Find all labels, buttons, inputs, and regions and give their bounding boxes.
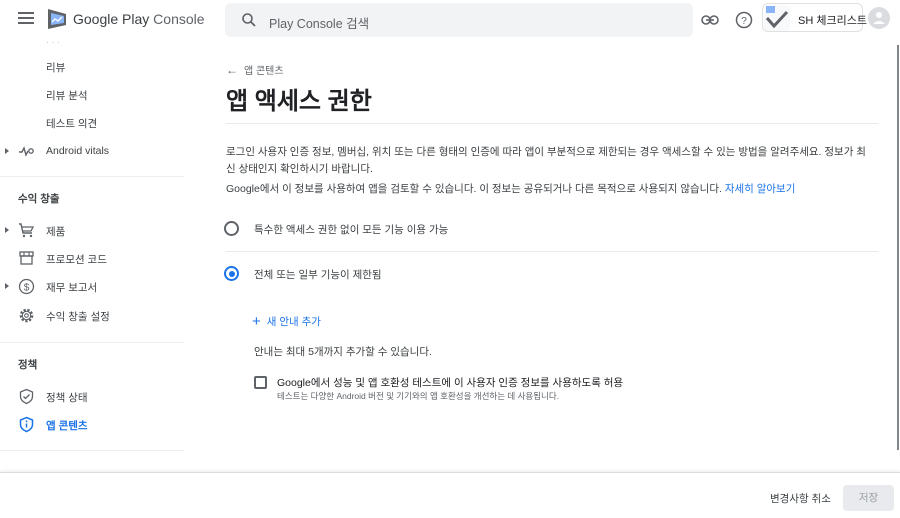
page-description: 로그인 사용자 인증 정보, 멤버십, 위치 또는 다른 형태의 인증에 따라 … xyxy=(226,146,866,175)
shield-check-icon xyxy=(19,388,34,405)
link-icon[interactable] xyxy=(699,9,721,31)
sidebar-nav: · · · 리뷰 리뷰 분석 테스트 의견 Android vitals 수익 … xyxy=(0,37,184,470)
account-avatar[interactable] xyxy=(868,7,890,29)
sidebar-divider xyxy=(0,450,184,451)
sidebar-item-products[interactable]: 제품 xyxy=(0,219,184,243)
gear-icon xyxy=(19,308,34,323)
sidebar-divider xyxy=(0,176,184,177)
sidebar-item-app-content[interactable]: 앱 콘텐츠 xyxy=(0,413,184,437)
cart-icon xyxy=(19,223,35,238)
product-name: Google Play Console xyxy=(73,11,205,27)
plus-icon: + xyxy=(252,313,261,330)
expand-caret-icon[interactable] xyxy=(5,148,9,154)
sidebar-item-testing-feedback[interactable]: 테스트 의견 xyxy=(0,111,184,135)
top-app-bar: Google Play Console Play Console 검색 ? SH… xyxy=(0,0,900,40)
menu-icon[interactable] xyxy=(18,12,34,26)
expand-caret-icon[interactable] xyxy=(5,227,9,233)
sidebar-item-financial-reports[interactable]: $ 재무 보고서 xyxy=(0,275,184,299)
allow-testing-sublabel: 테스트는 다양한 Android 버전 및 기기와의 앱 호환성을 개선하는 데… xyxy=(277,391,560,401)
back-arrow-icon[interactable]: ← xyxy=(226,63,238,77)
page-title: 앱 액세스 권한 xyxy=(226,88,372,115)
discard-changes-button[interactable]: 변경사항 취소 xyxy=(770,491,831,506)
sidebar-item-reviews[interactable]: 리뷰 xyxy=(0,55,184,79)
radio-button[interactable] xyxy=(224,221,239,236)
search-placeholder: Play Console 검색 xyxy=(269,17,370,31)
instruction-limit-hint: 안내는 최대 5개까지 추가할 수 있습니다. xyxy=(254,346,432,358)
search-input[interactable]: Play Console 검색 xyxy=(225,3,693,37)
app-name: SH 체크리스트 xyxy=(798,15,867,27)
sidebar-divider xyxy=(0,342,184,343)
title-divider xyxy=(226,123,878,124)
breadcrumb[interactable]: ← 앱 콘텐츠 xyxy=(226,62,284,77)
section-title-monetize: 수익 창출 xyxy=(18,193,60,205)
sidebar-item-promo-codes[interactable]: 프로모션 코드 xyxy=(0,247,184,271)
action-footer: 변경사항 취소 저장 xyxy=(0,472,900,518)
section-title-policy: 정책 xyxy=(18,359,38,371)
sidebar-item-android-vitals[interactable]: Android vitals xyxy=(0,140,184,164)
vertical-scrollbar[interactable] xyxy=(897,45,899,450)
vitals-icon xyxy=(19,146,34,157)
search-icon xyxy=(242,13,256,27)
radio-button-selected[interactable] xyxy=(224,266,239,281)
main-content: ← 앱 콘텐츠 앱 액세스 권한 로그인 사용자 인증 정보, 멤버십, 위치 또… xyxy=(220,40,880,470)
dollar-icon: $ xyxy=(18,278,35,295)
option-restricted[interactable]: 전체 또는 일부 기능이 제한됨 xyxy=(224,266,824,288)
sidebar-item-policy-status[interactable]: 정책 상태 xyxy=(0,385,184,409)
play-console-logo-icon xyxy=(48,9,66,29)
expand-caret-icon[interactable] xyxy=(5,283,9,289)
learn-more-link[interactable]: 자세히 알아보기 xyxy=(725,183,796,195)
cut-off-item: · · · xyxy=(46,37,60,47)
sidebar-item-monetization-settings[interactable]: 수익 창출 설정 xyxy=(0,304,184,328)
help-icon[interactable]: ? xyxy=(733,9,755,31)
allow-testing-checkbox[interactable] xyxy=(254,376,267,389)
option-divider xyxy=(226,251,878,252)
svg-text:?: ? xyxy=(741,16,747,27)
option-all-functionality[interactable]: 특수한 액세스 권한 없이 모든 기능 이용 가능 xyxy=(224,221,824,243)
person-icon xyxy=(873,12,885,24)
add-instruction-button[interactable]: + 새 안내 추가 xyxy=(252,313,321,330)
usage-note: Google에서 이 정보를 사용하여 앱을 검토할 수 있습니다. 이 정보는… xyxy=(226,183,796,195)
sidebar-item-review-analysis[interactable]: 리뷰 분석 xyxy=(0,83,184,107)
svg-text:$: $ xyxy=(24,282,30,293)
app-selector[interactable]: SH 체크리스트 xyxy=(762,3,867,32)
allow-testing-label[interactable]: Google에서 성능 및 앱 호환성 테스트에 이 사용자 인증 정보를 사용… xyxy=(277,375,623,390)
shield-info-icon xyxy=(19,416,34,433)
save-button[interactable]: 저장 xyxy=(843,485,894,511)
app-icon xyxy=(764,5,790,31)
store-icon xyxy=(19,251,34,265)
